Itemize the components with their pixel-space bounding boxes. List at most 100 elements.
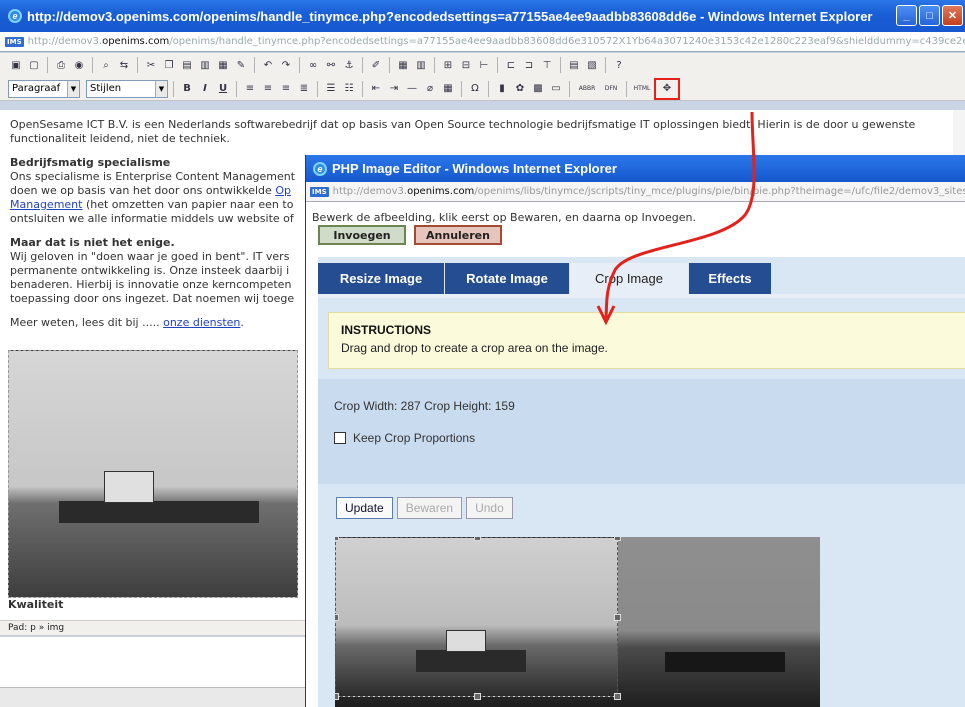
paste-icon[interactable]: ▤ — [179, 57, 195, 73]
link-onze-diensten[interactable]: onze diensten — [163, 316, 240, 329]
popup-titlebar: e PHP Image Editor - Windows Internet Ex… — [306, 155, 965, 182]
replace-icon[interactable]: ⇆ — [116, 57, 132, 73]
visual-aid-icon[interactable]: ▦ — [440, 81, 456, 97]
preview-icon[interactable]: ◉ — [71, 57, 87, 73]
align-center-icon[interactable]: ≡ — [260, 81, 276, 97]
delete-row-icon[interactable]: ⊟ — [458, 57, 474, 73]
unlink-icon[interactable]: ⚯ — [323, 57, 339, 73]
crop-width-value: Crop Width: 287 — [334, 399, 421, 413]
boat-hull-right — [665, 652, 785, 672]
italic-button[interactable]: I — [197, 81, 213, 97]
boat-hull-left — [416, 650, 526, 672]
merge-cells-icon[interactable]: ⊏ — [503, 57, 519, 73]
update-button[interactable]: Update — [336, 497, 393, 519]
media-icon[interactable]: ▮ — [494, 81, 510, 97]
crop-handle-left[interactable] — [335, 614, 339, 621]
cut-icon[interactable]: ✂ — [143, 57, 159, 73]
remove-format-icon[interactable]: ⌀ — [422, 81, 438, 97]
crop-handle-right[interactable] — [614, 614, 621, 621]
underline-button[interactable]: U — [215, 81, 231, 97]
tab-rotate-image[interactable]: Rotate Image — [445, 263, 569, 294]
undo-button[interactable]: Undo — [466, 497, 513, 519]
ims-site-icon: IMS — [310, 186, 329, 197]
bold-button[interactable]: B — [179, 81, 195, 97]
popup-address-bar[interactable]: IMS http://demov3. openims.com/openims/li… — [306, 182, 965, 202]
format-select[interactable]: Paragraaf ▼ — [8, 79, 80, 98]
crop-height-value: Crop Height: 159 — [424, 399, 515, 413]
element-path: Pad: p » img — [0, 620, 305, 636]
keep-proportions-label: Keep Crop Proportions — [353, 431, 476, 445]
link-management[interactable]: Management — [10, 198, 82, 211]
special-char-button[interactable]: Ω — [467, 81, 483, 97]
outdent-icon[interactable]: ⇤ — [368, 81, 384, 97]
ie-logo-icon: e — [313, 161, 327, 176]
crop-handle-top[interactable] — [474, 537, 481, 541]
split-cells-icon[interactable]: ⊐ — [521, 57, 537, 73]
boat-image[interactable] — [8, 350, 298, 598]
table-props-icon[interactable]: ▥ — [413, 57, 429, 73]
crop-selection[interactable] — [335, 537, 621, 700]
close-button[interactable]: ✕ — [942, 5, 963, 26]
align-left-icon[interactable]: ≡ — [242, 81, 258, 97]
boat-cabin — [104, 471, 154, 503]
bewaren-button[interactable]: Bewaren — [396, 497, 463, 519]
edit-icon[interactable]: ✐ — [368, 57, 384, 73]
keep-proportions-checkbox[interactable] — [334, 432, 346, 444]
folder-icon[interactable]: ▭ — [548, 81, 564, 97]
insert-col-icon[interactable]: ⊢ — [476, 57, 492, 73]
print-icon[interactable]: ⎙ — [53, 57, 69, 73]
table-icon[interactable]: ▦ — [395, 57, 411, 73]
crop-handle-bottom-right[interactable] — [614, 693, 621, 700]
tab-effects[interactable]: Effects — [689, 263, 771, 294]
crop-handle-bottom-left[interactable] — [335, 693, 339, 700]
copy-icon[interactable]: ❐ — [161, 57, 177, 73]
ie-logo-icon: e — [8, 9, 22, 23]
intro-paragraph: OpenSesame ICT B.V. is een Nederlands so… — [10, 118, 916, 145]
crop-canvas-image[interactable] — [335, 537, 820, 707]
delete-table-icon[interactable]: ▧ — [584, 57, 600, 73]
invoegen-button[interactable]: Invoegen — [318, 225, 406, 245]
heading-kwaliteit: Kwaliteit — [8, 598, 64, 611]
editor-toolbar-top: ▣ ▢ ⎙ ◉ ⌕ ⇆ ✂ ❐ ▤ ▥ ▦ ✎ ↶ ↷ ∞ ⚯ ⚓ ✐ ▦ ▥ … — [0, 53, 965, 77]
save-icon[interactable]: ▣ — [8, 57, 24, 73]
link-open-source[interactable]: Op — [275, 184, 291, 197]
numbered-list-icon[interactable]: ☷ — [341, 81, 357, 97]
minimize-button[interactable]: _ — [896, 5, 917, 26]
flash-icon[interactable]: ✿ — [512, 81, 528, 97]
align-right-icon[interactable]: ≡ — [278, 81, 294, 97]
help-icon[interactable]: ? — [611, 57, 627, 73]
tab-crop-image[interactable]: Crop Image — [570, 263, 688, 294]
new-document-icon[interactable]: ▢ — [26, 57, 42, 73]
indent-icon[interactable]: ⇥ — [386, 81, 402, 97]
styles-select[interactable]: Stijlen ▼ — [86, 79, 168, 98]
image-editor-window: e PHP Image Editor - Windows Internet Ex… — [305, 155, 965, 707]
cleanup-icon[interactable]: ✎ — [233, 57, 249, 73]
undo-icon[interactable]: ↶ — [260, 57, 276, 73]
redo-icon[interactable]: ↷ — [278, 57, 294, 73]
horizontal-rule-icon[interactable]: — — [404, 81, 420, 97]
align-justify-icon[interactable]: ≣ — [296, 81, 312, 97]
link-icon[interactable]: ∞ — [305, 57, 321, 73]
instructions-text: Drag and drop to create a crop area on t… — [341, 341, 608, 355]
anchor-icon[interactable]: ⚓ — [341, 57, 357, 73]
paste-word-icon[interactable]: ▦ — [215, 57, 231, 73]
find-icon[interactable]: ⌕ — [98, 57, 114, 73]
insert-row-icon[interactable]: ⊞ — [440, 57, 456, 73]
bullet-list-icon[interactable]: ☰ — [323, 81, 339, 97]
abbr-button[interactable]: ABBR — [575, 81, 599, 97]
maximize-button[interactable]: □ — [919, 5, 940, 26]
crop-handle-top-left[interactable] — [335, 537, 339, 541]
annuleren-button[interactable]: Annuleren — [414, 225, 502, 245]
paste-text-icon[interactable]: ▥ — [197, 57, 213, 73]
crop-info-panel: Crop Width: 287 Crop Height: 159 Keep Cr… — [318, 379, 965, 484]
image-editor-icon[interactable]: ✥ — [654, 77, 680, 100]
dfn-button[interactable]: DFN — [601, 81, 621, 97]
crop-handle-bottom[interactable] — [474, 693, 481, 700]
cell-props-icon[interactable]: ⊤ — [539, 57, 555, 73]
crop-handle-top-right[interactable] — [614, 537, 621, 541]
image-icon[interactable]: ▩ — [530, 81, 546, 97]
address-bar[interactable]: IMS http://demov3. openims.com/openims/ha… — [0, 32, 965, 52]
row-props-icon[interactable]: ▤ — [566, 57, 582, 73]
tab-resize-image[interactable]: Resize Image — [318, 263, 444, 294]
html-button[interactable]: HTML — [632, 81, 652, 97]
